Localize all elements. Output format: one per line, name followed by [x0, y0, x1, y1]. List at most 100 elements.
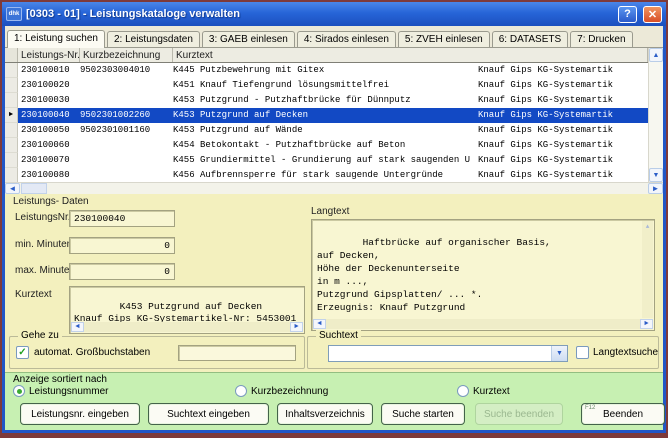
cell-brand: Knauf Gips KG-Systemartik — [478, 78, 648, 93]
table-row[interactable]: 230100030 K453 Putzgrund - Putzhaftbrück… — [5, 93, 648, 108]
row-selector[interactable] — [5, 153, 18, 168]
scroll-left-icon[interactable]: ◄ — [71, 322, 84, 332]
app-window: dhk [0303 - 01] - Leistungskataloge verw… — [0, 0, 668, 438]
cell-brand: Knauf Gips KG-Systemartik — [478, 63, 648, 78]
table-row[interactable]: 230100050 9502301001160 K453 Putzgrund a… — [5, 123, 648, 138]
cell-kurztext: K455 Grundiermittel - Grundierung auf st… — [173, 153, 478, 168]
scroll-left-icon[interactable]: ◄ — [5, 183, 20, 194]
row-selector[interactable] — [5, 123, 18, 138]
cell-kurzbezeichnung: 9502301002260 — [80, 108, 173, 123]
column-header-leistungsnr[interactable]: Leistungs-Nr. — [18, 48, 80, 62]
grid-header-selector — [5, 48, 18, 62]
table-row[interactable]: 230100080 K456 Aufbrennsperre für stark … — [5, 168, 648, 183]
row-selector[interactable] — [5, 63, 18, 78]
row-selector[interactable] — [5, 93, 18, 108]
table-row[interactable]: 230100060 K454 Betokontakt - Putzhaftbrü… — [5, 138, 648, 153]
radio-kurzbezeichnung[interactable]: Kurzbezeichnung — [235, 385, 328, 397]
tab-datasets[interactable]: 6: DATASETS — [492, 31, 568, 47]
scroll-up-icon[interactable]: ▲ — [642, 221, 653, 232]
scroll-right-icon[interactable]: ► — [648, 183, 663, 194]
suchtext-label: Suchtext — [316, 330, 361, 341]
tab-leistungsdaten[interactable]: 2: Leistungsdaten — [107, 31, 200, 47]
scrollbar-thumb[interactable] — [21, 183, 47, 194]
sort-label: Anzeige sortiert nach — [13, 374, 107, 385]
suchtext-group: Suchtext ▼ Langtextsuche — [307, 336, 659, 369]
suche-beenden-button: Suche beenden — [475, 403, 563, 425]
chevron-down-icon[interactable]: ▼ — [551, 346, 567, 361]
tab-drucken[interactable]: 7: Drucken — [570, 31, 632, 47]
cell-kurzbezeichnung: 9502303004010 — [80, 63, 173, 78]
langtext-field[interactable]: Haftbrücke auf organischer Basis, auf De… — [311, 219, 655, 331]
tab-zveh-einlesen[interactable]: 5: ZVEH einlesen — [398, 31, 490, 47]
row-pointer-icon[interactable]: ► — [5, 108, 18, 123]
kurztext-horizontal-scrollbar[interactable]: ◄ ► — [71, 322, 303, 332]
scroll-up-icon[interactable]: ▲ — [649, 48, 663, 62]
min-minuten-label: min. Minuten — [15, 239, 72, 250]
cell-kurztext: K453 Putzgrund - Putzhaftbrücke für Dünn… — [173, 93, 478, 108]
tab-sirados-einlesen[interactable]: 4: Sirados einlesen — [297, 31, 396, 47]
scroll-left-icon[interactable]: ◄ — [313, 319, 326, 329]
suche-starten-button[interactable]: Suche starten — [381, 403, 465, 425]
inhaltsverzeichnis-button[interactable]: Inhaltsverzeichnis — [277, 403, 373, 425]
cell-leistungsnr: 230100040 — [18, 108, 80, 123]
beenden-button[interactable]: F12 Beenden — [581, 403, 665, 425]
radio-leistungsnummer[interactable]: Leistungsnummer — [13, 385, 108, 397]
tab-strip: 1: Leistung suchen 2: Leistungsdaten 3: … — [5, 26, 663, 47]
cell-leistungsnr: 230100060 — [18, 138, 80, 153]
radio-label: Leistungsnummer — [29, 386, 108, 397]
column-header-kurztext[interactable]: Kurztext — [173, 48, 648, 62]
gehe-zu-input[interactable] — [178, 345, 296, 361]
row-selector[interactable] — [5, 138, 18, 153]
suchtext-combo-value — [329, 346, 551, 361]
details-panel: Leistungs- Daten LeistungsNr. 230100040 … — [5, 194, 663, 372]
min-minuten-field[interactable]: 0 — [69, 237, 175, 254]
grid-vertical-scrollbar[interactable]: ▲ ▼ — [648, 48, 663, 182]
grid-horizontal-scrollbar[interactable]: ◄ ► — [5, 182, 663, 194]
cell-kurztext: K445 Putzbewehrung mit Gitex — [173, 63, 478, 78]
gehe-zu-label: Gehe zu — [18, 330, 62, 341]
cell-kurztext: K451 Knauf Tiefengrund lösungsmittelfrei — [173, 78, 478, 93]
tab-leistung-suchen[interactable]: 1: Leistung suchen — [7, 30, 105, 48]
column-header-kurzbezeichnung[interactable]: Kurzbezeichnung — [80, 48, 173, 62]
grossbuchstaben-checkbox[interactable]: ✓ — [16, 346, 29, 359]
max-minuten-field[interactable]: 0 — [69, 263, 175, 280]
table-row[interactable]: 230100070 K455 Grundiermittel - Grundier… — [5, 153, 648, 168]
cell-leistungsnr: 230100070 — [18, 153, 80, 168]
row-selector[interactable] — [5, 168, 18, 183]
cell-brand: Knauf Gips KG-Systemartik — [478, 138, 648, 153]
window-body: 1: Leistung suchen 2: Leistungsdaten 3: … — [2, 26, 666, 433]
kurztext-field[interactable]: K453 Putzgrund auf Decken Knauf Gips KG-… — [69, 286, 305, 334]
scroll-right-icon[interactable]: ► — [290, 322, 303, 332]
cell-kurzbezeichnung — [80, 153, 173, 168]
table-row[interactable]: 230100010 9502303004010 K445 Putzbewehru… — [5, 63, 648, 78]
grossbuchstaben-checkbox-label: automat. Großbuchstaben — [34, 347, 150, 358]
cell-leistungsnr: 230100080 — [18, 168, 80, 183]
scroll-right-icon[interactable]: ► — [640, 319, 653, 329]
suchtext-eingeben-button[interactable]: Suchtext eingeben — [148, 403, 269, 425]
langtextsuche-checkbox[interactable] — [576, 346, 589, 359]
help-icon[interactable]: ? — [618, 6, 637, 23]
suchtext-combobox[interactable]: ▼ — [328, 345, 568, 362]
sort-panel: Anzeige sortiert nach Leistungsnummer Ku… — [5, 372, 663, 398]
radio-icon — [457, 385, 469, 397]
cell-brand: Knauf Gips KG-Systemartik — [478, 93, 648, 108]
langtext-horizontal-scrollbar[interactable]: ◄ ► — [313, 319, 653, 329]
cell-kurztext: K453 Putzgrund auf Decken — [173, 108, 478, 123]
table-row-selected[interactable]: ► 230100040 9502301002260 K453 Putzgrund… — [5, 108, 648, 123]
cell-kurztext: K454 Betokontakt - Putzhaftbrücke auf Be… — [173, 138, 478, 153]
radio-kurztext[interactable]: Kurztext — [457, 385, 510, 397]
close-icon[interactable]: ✕ — [643, 6, 662, 23]
langtext-vertical-scrollbar[interactable]: ▲ — [642, 221, 653, 318]
cell-kurztext: K453 Putzgrund auf Wände — [173, 123, 478, 138]
cell-leistungsnr: 230100030 — [18, 93, 80, 108]
row-selector[interactable] — [5, 78, 18, 93]
gehe-zu-group: Gehe zu ✓ automat. Großbuchstaben — [9, 336, 305, 369]
langtextsuche-checkbox-label: Langtextsuche — [593, 347, 658, 358]
tab-gaeb-einlesen[interactable]: 3: GAEB einlesen — [202, 31, 295, 47]
leistungsnr-field[interactable]: 230100040 — [69, 210, 175, 227]
scroll-down-icon[interactable]: ▼ — [649, 168, 663, 182]
table-row[interactable]: 230100020 K451 Knauf Tiefengrund lösungs… — [5, 78, 648, 93]
results-grid: Leistungs-Nr. Kurzbezeichnung Kurztext 2… — [5, 47, 663, 194]
cell-brand: Knauf Gips KG-Systemartik — [478, 108, 648, 123]
leistungsnr-eingeben-button[interactable]: Leistungsnr. eingeben — [20, 403, 140, 425]
